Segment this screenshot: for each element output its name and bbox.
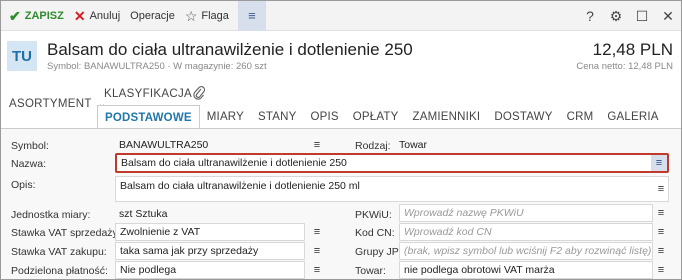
jednostka-field[interactable]: szt Sztuka (115, 204, 305, 224)
product-window: ✔ ZAPISZ ✕ Anuluj Operacje ☆ Flaga ≡ ? ⚙… (0, 0, 682, 280)
star-icon: ☆ (184, 7, 198, 24)
grupy-jpk-menu-icon[interactable]: ≡ (653, 245, 669, 257)
opis-label: Opis: (11, 179, 36, 191)
tab-dostawy[interactable]: DOSTAWY (487, 105, 559, 129)
grupy-jpk-input[interactable]: (brak, wpisz symbol lub wciśnij F2 aby r… (399, 242, 653, 260)
pkwiu-label: PKWiU: (355, 209, 392, 221)
rodzaj-label: Rodzaj: (355, 140, 391, 152)
basic-form: Symbol: BANAWULTRA250 ≡ Rodzaj: Towar Na… (1, 129, 681, 279)
nazwa-value: Balsam do ciała ultranawilżenie i dotlen… (121, 157, 347, 169)
grupy-jpk-placeholder: (brak, wpisz symbol lub wciśnij F2 aby r… (404, 245, 652, 257)
paperclip-icon[interactable] (192, 85, 206, 104)
towar-select[interactable]: nie podlega obrotowi VAT marża (399, 261, 653, 279)
podzielona-select[interactable]: Nie podlega (115, 261, 305, 279)
tab-zamienniki[interactable]: ZAMIENNIKI (406, 105, 488, 129)
nazwa-label: Nazwa: (11, 158, 47, 170)
menu-icon[interactable]: ≡ (237, 1, 266, 31)
maximize-icon[interactable]: ☐ (629, 1, 655, 31)
opis-menu-icon[interactable]: ≡ (653, 183, 669, 195)
close-window-icon[interactable]: ✕ (655, 1, 681, 31)
cancel-label: Anuluj (89, 9, 121, 22)
pkwiu-input[interactable]: Wprowadź nazwę PKWiU (399, 204, 653, 222)
rodzaj-field[interactable]: Towar (395, 135, 515, 155)
symbol-field[interactable]: BANAWULTRA250 (115, 135, 305, 155)
vat-sprzedazy-label: Stawka VAT sprzedaży: (11, 227, 121, 239)
tab-stany[interactable]: STANY (251, 105, 304, 129)
product-header: TU Balsam do ciała ultranawilżenie i dot… (1, 31, 681, 77)
cancel-button[interactable]: ✕ Anuluj (69, 1, 125, 31)
product-subtitle: Symbol: BANAWULTRA250 · W magazynie: 260… (47, 61, 267, 72)
podzielona-label: Podzielona płatność: (11, 265, 108, 277)
opis-textarea[interactable]: Balsam do ciała ultranawilżenie i dotlen… (115, 176, 669, 202)
avatar: TU (7, 41, 37, 71)
tab-row: PODSTAWOWE MIARY STANY OPIS OPŁATY ZAMIE… (97, 105, 666, 129)
toolbar: ✔ ZAPISZ ✕ Anuluj Operacje ☆ Flaga ≡ ? ⚙… (1, 1, 681, 31)
nazwa-input[interactable]: Balsam do ciała ultranawilżenie i dotlen… (115, 153, 669, 173)
kod-cn-input[interactable]: Wprowadź kod CN (399, 223, 653, 241)
close-icon: ✕ (73, 7, 86, 24)
vat-sprzedazy-menu-icon[interactable]: ≡ (309, 226, 325, 238)
vat-zakupu-select[interactable]: taka sama jak przy sprzedaży (115, 242, 305, 260)
vat-zakupu-label: Stawka VAT zakupu: (11, 246, 107, 258)
opis-value: Balsam do ciała ultranawilżenie i dotlen… (120, 180, 360, 192)
pkwiu-menu-icon[interactable]: ≡ (653, 207, 669, 219)
gear-icon[interactable]: ⚙ (603, 1, 629, 31)
net-price: Cena netto: 12,48 PLN (576, 61, 673, 72)
kod-cn-menu-icon[interactable]: ≡ (653, 226, 669, 238)
tab-podstawowe[interactable]: PODSTAWOWE (97, 105, 200, 129)
window-controls: ? ⚙ ☐ ✕ (577, 1, 681, 31)
tab-miary[interactable]: MIARY (200, 105, 251, 129)
assortment-dropdown[interactable]: ASORTYMENT ⌄ (9, 98, 107, 110)
kod-cn-label: Kod CN: (355, 227, 395, 239)
save-label: ZAPISZ (24, 9, 64, 22)
tabs-area: ASORTYMENT ⌄ KLASYFIKACJA PODSTAWOWE MIA… (1, 81, 681, 129)
operations-button[interactable]: Operacje (125, 1, 180, 31)
tab-galeria[interactable]: GALERIA (600, 105, 665, 129)
check-icon: ✔ (9, 7, 21, 24)
symbol-menu-icon[interactable]: ≡ (309, 139, 325, 151)
kod-cn-placeholder: Wprowadź kod CN (404, 226, 492, 238)
tab-classification[interactable]: KLASYFIKACJA (104, 88, 192, 100)
vat-sprzedazy-select[interactable]: Zwolnienie z VAT (115, 223, 305, 241)
podzielona-menu-icon[interactable]: ≡ (309, 264, 325, 276)
help-icon[interactable]: ? (577, 1, 603, 31)
flag-button[interactable]: ☆ Flaga (180, 1, 234, 31)
pkwiu-placeholder: Wprowadź nazwę PKWiU (404, 207, 524, 219)
page-title: Balsam do ciała ultranawilżenie i dotlen… (47, 40, 413, 59)
assortment-label: ASORTYMENT (9, 98, 92, 110)
tab-crm[interactable]: CRM (560, 105, 601, 129)
tab-opis[interactable]: OPIS (303, 105, 345, 129)
operations-label: Operacje (130, 9, 175, 22)
tab-oplaty[interactable]: OPŁATY (346, 105, 406, 129)
symbol-label: Symbol: (11, 140, 49, 152)
nazwa-menu-icon[interactable]: ≡ (651, 155, 667, 171)
vat-zakupu-menu-icon[interactable]: ≡ (309, 245, 325, 257)
towar-menu-icon[interactable]: ≡ (653, 264, 669, 276)
save-button[interactable]: ✔ ZAPISZ (4, 1, 69, 31)
price: 12,48 PLN (592, 40, 673, 59)
jednostka-label: Jednostka miary: (11, 209, 91, 221)
towar-label: Towar: (355, 265, 386, 277)
flag-label: Flaga (201, 9, 229, 22)
